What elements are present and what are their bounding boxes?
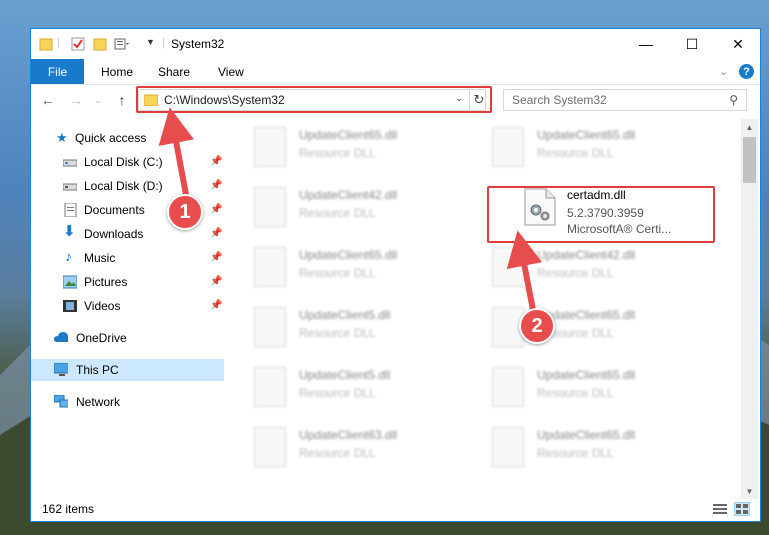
callout-badge-1: 1 [167, 194, 203, 230]
callout-arrows [158, 107, 543, 316]
callout-badge-2: 2 [519, 308, 555, 344]
